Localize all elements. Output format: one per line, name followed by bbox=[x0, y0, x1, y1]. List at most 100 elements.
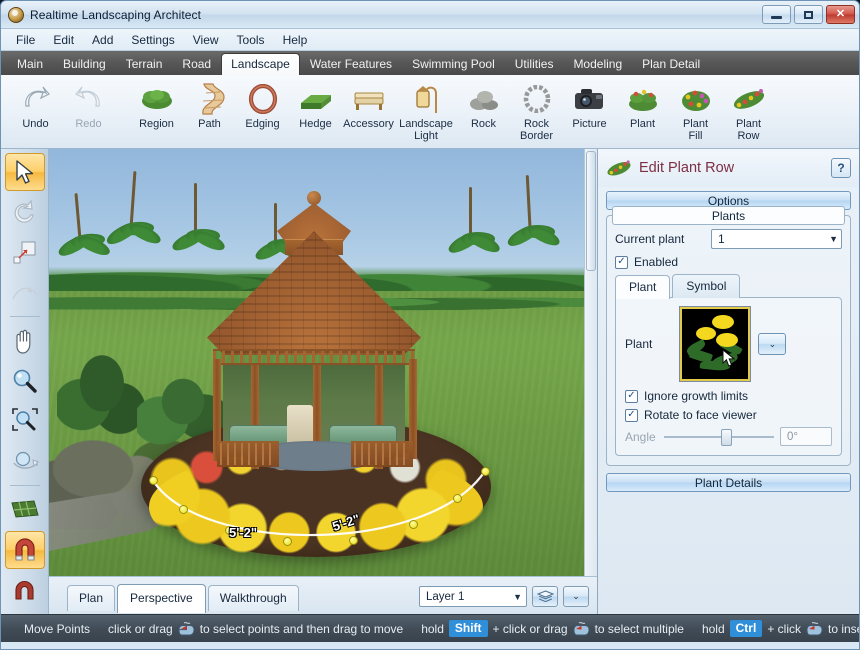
plant-details-button[interactable]: Plant Details bbox=[606, 473, 851, 492]
tab-road[interactable]: Road bbox=[172, 53, 221, 75]
plant-row-label: PlantRow bbox=[736, 119, 761, 142]
menu-item-file[interactable]: File bbox=[7, 30, 44, 50]
ctrl-key-badge: Ctrl bbox=[730, 620, 763, 637]
plant-symbol-tabstrip: Plant Symbol bbox=[615, 274, 842, 298]
snap-alt-tool[interactable] bbox=[5, 571, 45, 609]
ignore-growth-limits-checkbox[interactable]: ✓ Ignore growth limits bbox=[625, 389, 832, 403]
view-mode-bar: Plan Perspective Walkthrough Layer 1 ▼ bbox=[49, 576, 597, 614]
picture-button[interactable]: Picture bbox=[563, 79, 616, 142]
tab-terrain[interactable]: Terrain bbox=[116, 53, 173, 75]
plant-button[interactable]: Plant bbox=[616, 79, 669, 142]
layers-button[interactable] bbox=[532, 586, 558, 607]
menu-item-tools[interactable]: Tools bbox=[228, 30, 274, 50]
scrollbar-thumb[interactable] bbox=[586, 151, 596, 271]
right-panel: Edit Plant Row ? Options Plants Current … bbox=[597, 149, 859, 614]
landscape-light-button[interactable]: LandscapeLight bbox=[395, 79, 457, 142]
plants-group-header: Plants bbox=[612, 206, 845, 225]
menu-item-add[interactable]: Add bbox=[83, 30, 122, 50]
tab-symbol[interactable]: Symbol bbox=[672, 274, 740, 298]
window-controls: ✕ bbox=[762, 5, 855, 24]
view-tab-plan[interactable]: Plan bbox=[67, 585, 115, 611]
layer-select[interactable]: Layer 1 ▼ bbox=[419, 586, 527, 607]
minimize-button[interactable] bbox=[762, 5, 791, 24]
edging-button[interactable]: Edging bbox=[236, 79, 289, 142]
magnifier-icon bbox=[12, 368, 38, 394]
arrow-cursor-icon bbox=[13, 159, 37, 185]
chevron-down-icon: ▼ bbox=[829, 234, 838, 244]
rotate-to-face-viewer-checkbox[interactable]: ✓ Rotate to face viewer bbox=[625, 408, 832, 422]
status-hint-1: click or drag to select points and then … bbox=[99, 622, 412, 636]
zoom-region-tool[interactable] bbox=[5, 402, 45, 440]
tool-divider bbox=[10, 316, 40, 317]
rock-border-button[interactable]: RockBorder bbox=[510, 79, 563, 142]
tab-building[interactable]: Building bbox=[53, 53, 116, 75]
tab-swimming-pool[interactable]: Swimming Pool bbox=[402, 53, 505, 75]
slider-knob[interactable] bbox=[721, 429, 732, 446]
chevron-down-icon: ⌄ bbox=[572, 591, 580, 602]
plant-fill-label: PlantFill bbox=[683, 119, 708, 142]
region-button[interactable]: Region bbox=[130, 79, 183, 142]
rotate-tool[interactable] bbox=[5, 193, 45, 231]
tab-plant[interactable]: Plant bbox=[615, 275, 670, 299]
tab-main[interactable]: Main bbox=[7, 53, 53, 75]
pan-tool[interactable] bbox=[5, 322, 45, 360]
redo-arrow-icon bbox=[72, 82, 106, 116]
maximize-button[interactable] bbox=[794, 5, 823, 24]
hint-mid: + click or drag bbox=[493, 622, 568, 636]
path-button[interactable]: Path bbox=[183, 79, 236, 142]
status-mode-label: Move Points bbox=[24, 622, 90, 636]
view-tab-walkthrough[interactable]: Walkthrough bbox=[208, 585, 299, 611]
zoom-tool[interactable] bbox=[5, 362, 45, 400]
scale-tool[interactable] bbox=[5, 233, 45, 271]
gazebo-railing bbox=[217, 441, 279, 467]
view-tab-perspective[interactable]: Perspective bbox=[117, 584, 206, 613]
accessory-button[interactable]: Accessory bbox=[342, 79, 395, 142]
panel-body: Options Plants Current plant 1 ▼ ✓ Enabl… bbox=[598, 187, 859, 614]
bend-tool[interactable] bbox=[5, 273, 45, 311]
snap-tool[interactable] bbox=[5, 531, 45, 569]
plant-row-button[interactable]: PlantRow bbox=[722, 79, 775, 142]
3d-viewport[interactable]: 5'-2" 5'-2" ✋ ↕ bbox=[49, 149, 584, 576]
path-label: Path bbox=[198, 119, 221, 131]
checkbox-box: ✓ bbox=[615, 256, 628, 269]
plant-dropdown-button[interactable]: ⌄ bbox=[758, 333, 786, 355]
help-button[interactable]: ? bbox=[831, 158, 851, 178]
main-area: 5'-2" 5'-2" ✋ ↕ Plan Perspective Walkthr… bbox=[1, 149, 859, 614]
rock-button[interactable]: Rock bbox=[457, 79, 510, 142]
menu-item-view[interactable]: View bbox=[184, 30, 228, 50]
status-hint-2: hold Shift + click or drag to select mul… bbox=[412, 620, 693, 637]
hedge-button[interactable]: Hedge bbox=[289, 79, 342, 142]
menu-item-settings[interactable]: Settings bbox=[122, 30, 183, 50]
undo-button[interactable]: Undo bbox=[9, 79, 62, 131]
select-arrow-tool[interactable] bbox=[5, 153, 45, 191]
slider-track bbox=[664, 436, 774, 438]
plant-icon bbox=[626, 82, 660, 116]
plant-fill-button[interactable]: PlantFill bbox=[669, 79, 722, 142]
ribbon-group-landscape-tools: Region Path Edging bbox=[130, 79, 775, 142]
menu-item-edit[interactable]: Edit bbox=[44, 30, 83, 50]
plant-thumbnail[interactable] bbox=[680, 307, 750, 381]
edging-ring-icon bbox=[246, 82, 280, 116]
tab-landscape[interactable]: Landscape bbox=[221, 53, 300, 75]
redo-button[interactable]: Redo bbox=[62, 79, 115, 131]
current-plant-select[interactable]: 1 ▼ bbox=[711, 229, 842, 249]
viewport-scrollbar[interactable] bbox=[584, 149, 597, 576]
tab-water-features[interactable]: Water Features bbox=[300, 53, 402, 75]
angle-value-field[interactable]: 0° bbox=[780, 427, 832, 446]
menu-item-help[interactable]: Help bbox=[274, 30, 317, 50]
hint-post: to select points and then drag to move bbox=[200, 622, 403, 636]
tab-utilities[interactable]: Utilities bbox=[505, 53, 564, 75]
grid-tool[interactable] bbox=[5, 491, 45, 529]
enabled-checkbox[interactable]: ✓ Enabled bbox=[615, 255, 842, 269]
scale-box-icon bbox=[12, 239, 38, 265]
path-icon bbox=[193, 82, 227, 116]
layers-dropdown-button[interactable]: ⌄ bbox=[563, 586, 589, 607]
hand-icon bbox=[12, 327, 38, 355]
angle-slider[interactable] bbox=[664, 428, 774, 446]
tab-modeling[interactable]: Modeling bbox=[563, 53, 632, 75]
hedge-label: Hedge bbox=[299, 119, 331, 131]
close-button[interactable]: ✕ bbox=[826, 5, 855, 24]
title-bar: Realtime Landscaping Architect ✕ bbox=[1, 1, 859, 29]
tab-plan-detail[interactable]: Plan Detail bbox=[632, 53, 710, 75]
orbit-tool[interactable] bbox=[5, 442, 45, 480]
